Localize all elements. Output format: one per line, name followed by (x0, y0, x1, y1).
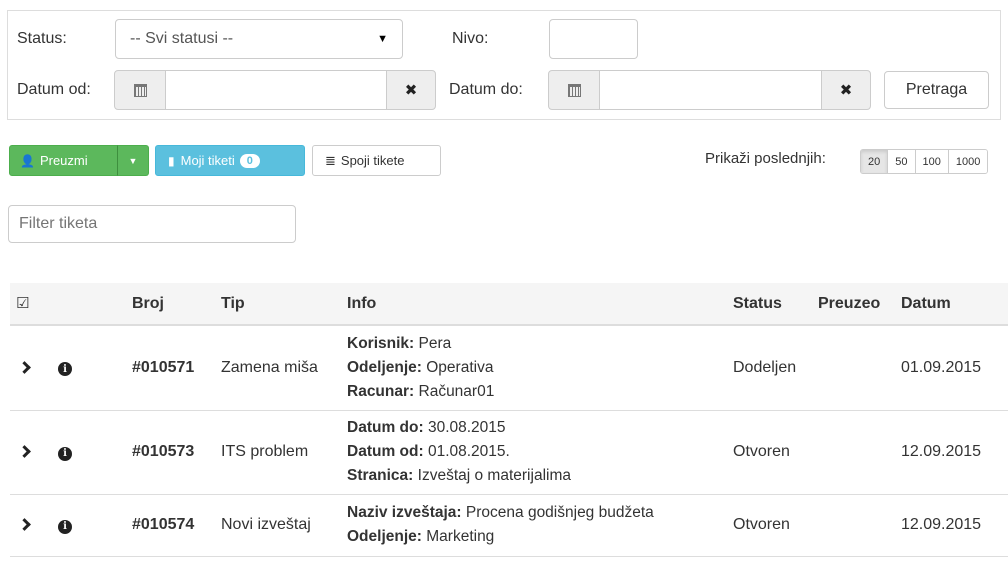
info-icon[interactable]: i (58, 362, 72, 377)
preuzmi-dropdown-toggle[interactable]: ▼ (117, 145, 149, 176)
info-icon[interactable]: i (58, 446, 72, 461)
page-size-selector: 20 50 100 1000 (860, 149, 989, 174)
status-header[interactable]: Status (727, 283, 812, 326)
info-header: Info (341, 283, 727, 326)
status-select-value: -- Svi statusi -- (130, 30, 234, 47)
moji-tiketi-button[interactable]: ▮ Moji tiketi 0 (155, 145, 305, 176)
datum-do-label: Datum do: (449, 81, 523, 98)
file-icon: ▮ (168, 153, 175, 168)
table-row[interactable]: i #010573 ITS problem Datum do: 30.08.20… (10, 410, 1008, 495)
pretraga-button-label: Pretraga (905, 81, 968, 98)
table-row[interactable]: i #010574 Novi izveštaj Naziv izveštaja:… (10, 494, 1008, 557)
caret-down-icon: ▼ (377, 33, 388, 45)
ticket-number: #010574 (126, 494, 215, 557)
ticket-preuzeo (812, 325, 895, 411)
datum-od-clear-button[interactable]: ✖ (386, 70, 436, 110)
chevron-right-icon[interactable] (18, 360, 31, 374)
broj-header[interactable]: Broj (126, 283, 215, 326)
ticket-status: Dodeljen (727, 325, 812, 411)
ticket-info: Korisnik: Pera Odeljenje: Operativa Racu… (341, 325, 727, 411)
ticket-info: Datum do: 30.08.2015 Datum od: 01.08.201… (341, 410, 727, 495)
nivo-input[interactable] (549, 19, 638, 59)
caret-down-icon: ▼ (128, 155, 138, 166)
ticket-preuzeo (812, 494, 895, 557)
ticket-datum: 12.09.2015 (895, 410, 1008, 495)
ticket-status: Otvoren (727, 410, 812, 495)
info-icon-header (52, 283, 126, 326)
chevron-right-icon[interactable] (18, 445, 31, 458)
tickets-table: ☑ Broj Tip Info Status Preuzeo Datum i #… (10, 283, 1008, 557)
clear-icon: ✖ (839, 82, 853, 99)
datum-do-calendar-button[interactable] (548, 70, 600, 110)
clear-icon: ✖ (404, 82, 418, 99)
ticket-info: Naziv izveštaja: Procena godišnjeg budže… (341, 494, 727, 557)
datum-do-input[interactable] (599, 70, 822, 110)
ticket-number: #010573 (126, 410, 215, 495)
ticket-type: Novi izveštaj (215, 494, 341, 557)
select-all-header[interactable]: ☑ (10, 283, 52, 326)
ticket-datum: 01.09.2015 (895, 325, 1008, 411)
filter-tiketa-input[interactable] (8, 205, 296, 243)
preuzmi-button[interactable]: 👤 Preuzmi (9, 145, 118, 176)
page-size-50[interactable]: 50 (888, 150, 916, 173)
datum-od-calendar-button[interactable] (114, 70, 166, 110)
spoji-tikete-label: Spoji tikete (340, 153, 405, 168)
tip-header[interactable]: Tip (215, 283, 341, 326)
ticket-datum: 12.09.2015 (895, 494, 1008, 557)
status-select[interactable]: -- Svi statusi -- ▼ (115, 19, 403, 59)
preuzeo-header[interactable]: Preuzeo (812, 283, 895, 326)
ticket-number: #010571 (126, 325, 215, 411)
moji-tiketi-label: Moji tiketi (180, 153, 235, 168)
pretraga-button[interactable]: Pretraga (884, 71, 989, 109)
ticket-type: Zamena miša (215, 325, 341, 411)
table-header-row: ☑ Broj Tip Info Status Preuzeo Datum (10, 283, 1008, 326)
info-icon[interactable]: i (58, 519, 72, 534)
preuzmi-button-label: Preuzmi (39, 153, 88, 168)
table-row[interactable]: i #010571 Zamena miša Korisnik: Pera Ode… (10, 325, 1008, 411)
chevron-right-icon[interactable] (18, 518, 31, 531)
list-icon: ≣ (325, 152, 336, 168)
user-icon: 👤 (20, 153, 35, 168)
status-label: Status: (17, 30, 67, 47)
moji-tiketi-count-badge: 0 (239, 153, 260, 168)
edit-check-icon: ☑ (16, 295, 30, 312)
calendar-icon (133, 83, 147, 97)
spoji-tikete-button[interactable]: ≣ Spoji tikete (312, 145, 441, 176)
datum-do-clear-button[interactable]: ✖ (821, 70, 871, 110)
calendar-icon (567, 83, 581, 97)
nivo-label: Nivo: (452, 30, 489, 47)
datum-od-label: Datum od: (17, 81, 91, 98)
page-size-1000[interactable]: 1000 (948, 150, 988, 173)
prikazi-label: Prikaži poslednjih: (705, 150, 826, 167)
datum-header[interactable]: Datum (895, 283, 1008, 326)
ticket-preuzeo (812, 410, 895, 495)
ticket-type: ITS problem (215, 410, 341, 495)
page-size-20[interactable]: 20 (861, 150, 889, 173)
datum-od-input[interactable] (165, 70, 387, 110)
page-size-100[interactable]: 100 (915, 150, 949, 173)
ticket-status: Otvoren (727, 494, 812, 557)
